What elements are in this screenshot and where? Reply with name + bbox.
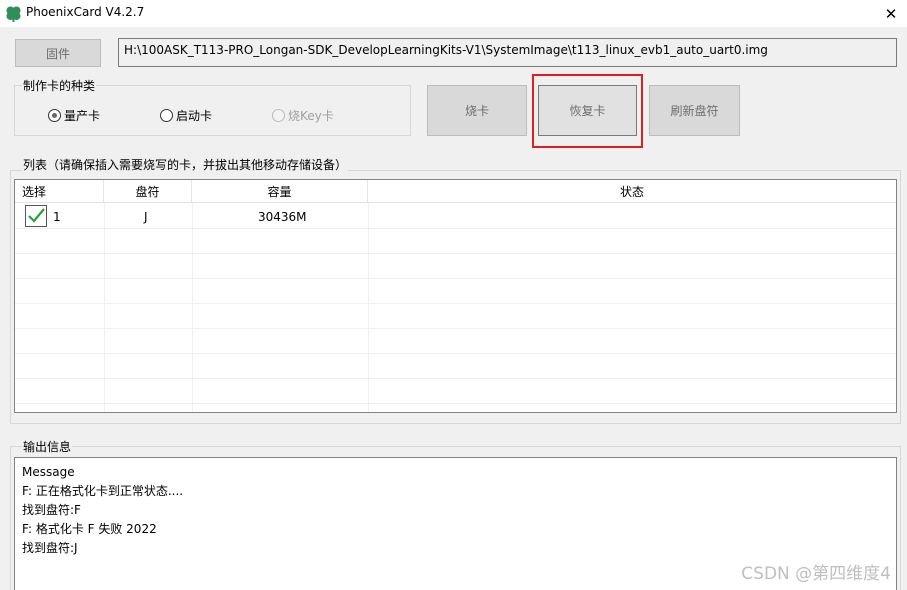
radio-boot-card[interactable]: 启动卡 (160, 107, 212, 124)
column-header-select[interactable]: 选择 (15, 180, 104, 203)
card-type-group-label: 制作卡的种类 (22, 77, 97, 94)
grid-line (15, 403, 896, 404)
radio-label: 量产卡 (64, 109, 101, 123)
title-bar: PhoenixCard V4.2.7 ✕ (0, 0, 907, 27)
watermark: CSDN @第四维度4 (741, 564, 891, 584)
grid-line (15, 378, 896, 379)
burn-card-button[interactable]: 烧卡 (427, 85, 527, 136)
radio-circle (272, 109, 285, 122)
device-list[interactable]: 选择 盘符 容量 状态 1 J 30436M (14, 179, 897, 413)
grid-line (15, 228, 896, 229)
log-line: F: 格式化卡 F 失败 2022 (22, 522, 157, 536)
column-header-capacity[interactable]: 容量 (192, 180, 368, 203)
list-header: 选择 盘符 容量 状态 (15, 180, 896, 203)
image-path-field[interactable]: H:\100ASK_T113-PRO_Longan-SDK_DevelopLea… (118, 38, 897, 67)
grid-line (15, 303, 896, 304)
grid-line (104, 203, 105, 412)
window-title: PhoenixCard V4.2.7 (26, 5, 145, 19)
log-line: 找到盘符:J (22, 541, 78, 555)
output-group-label: 输出信息 (22, 438, 73, 455)
log-line: 找到盘符:F (22, 503, 81, 517)
refresh-drives-button[interactable]: 刷新盘符 (649, 85, 740, 136)
column-header-drive[interactable]: 盘符 (104, 180, 192, 203)
row-capacity: 30436M (258, 210, 307, 224)
radio-label: 启动卡 (176, 109, 213, 123)
close-button[interactable]: ✕ (875, 0, 907, 27)
row-select-number: 1 (53, 210, 61, 224)
radio-label: 烧Key卡 (288, 109, 334, 123)
clover-icon (6, 6, 21, 22)
grid-line (15, 253, 896, 254)
row-drive-letter: J (144, 210, 148, 224)
row-checkbox[interactable] (25, 205, 47, 227)
grid-line (192, 203, 193, 412)
log-line: F: 正在格式化卡到正常状态.... (22, 484, 184, 498)
grid-line (368, 203, 369, 412)
grid-line (15, 353, 896, 354)
radio-circle (160, 109, 173, 122)
radio-circle (48, 109, 61, 122)
grid-line (15, 278, 896, 279)
column-header-status[interactable]: 状态 (368, 180, 896, 203)
device-list-group-label: 列表（请确保插入需要烧写的卡，并拔出其他移动存储设备） (22, 156, 349, 173)
radio-mass-production[interactable]: 量产卡 (48, 107, 100, 124)
firmware-button[interactable]: 固件 (15, 39, 101, 67)
log-line: Message (22, 465, 75, 479)
highlight-box (532, 74, 643, 148)
radio-key-card[interactable]: 烧Key卡 (272, 107, 334, 124)
close-icon: ✕ (884, 4, 898, 23)
green-check-icon (28, 208, 45, 223)
grid-line (15, 328, 896, 329)
